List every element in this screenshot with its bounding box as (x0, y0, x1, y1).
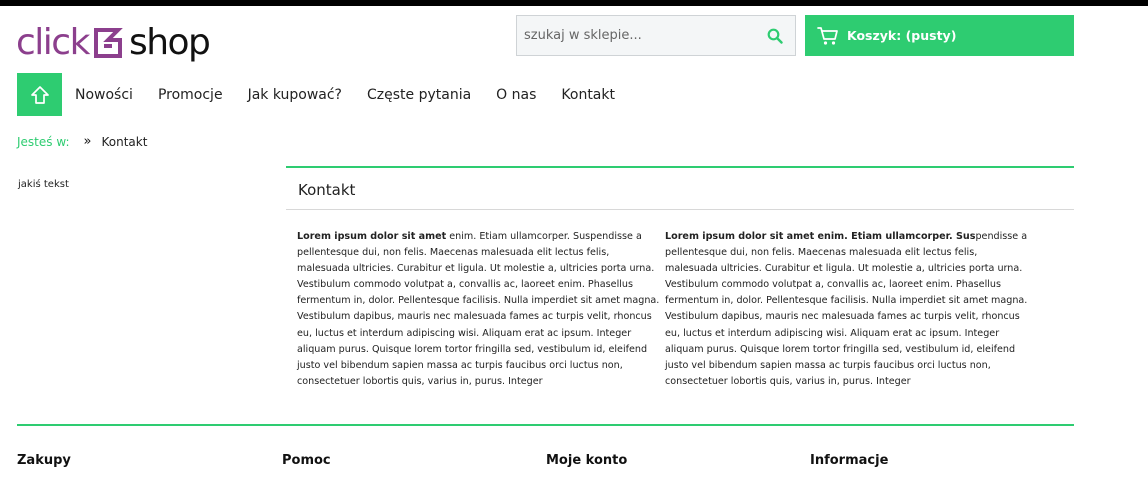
home-icon (30, 85, 49, 104)
site-logo[interactable]: click shop (16, 20, 211, 66)
col1-body-text: enim. Etiam ullamcorper. Suspendisse a p… (297, 231, 660, 387)
nav-item-promocje[interactable]: Promocje (158, 87, 223, 103)
page-title: Kontakt (298, 181, 356, 199)
search-box (516, 15, 796, 56)
search-input[interactable] (517, 16, 755, 55)
logo-mark-icon (93, 28, 123, 58)
logo-text-click: click (16, 22, 90, 63)
footer-heading-informacje[interactable]: Informacje (810, 453, 888, 468)
cart-label: Koszyk: (pusty) (847, 28, 957, 43)
nav-item-kontakt[interactable]: Kontakt (561, 87, 615, 103)
footer-heading-zakupy[interactable]: Zakupy (17, 453, 71, 468)
content-top-divider (286, 166, 1074, 168)
footer-heading-pomoc[interactable]: Pomoc (282, 453, 331, 468)
nav-item-czeste-pytania[interactable]: Częste pytania (367, 87, 471, 103)
search-button[interactable] (755, 16, 795, 55)
breadcrumb-separator: » (83, 134, 92, 149)
breadcrumb-current: Kontakt (101, 134, 148, 149)
title-divider (286, 209, 1074, 210)
nav-item-o-nas[interactable]: O nas (496, 87, 536, 103)
content-column-right: Lorem ipsum dolor sit amet enim. Etiam u… (665, 229, 1031, 390)
footer-divider (17, 424, 1074, 426)
breadcrumb-label: Jesteś w: (17, 134, 70, 149)
search-icon (767, 28, 783, 44)
sidebar-text: jakiś tekst (18, 179, 69, 190)
cart-icon (817, 26, 838, 45)
nav-item-jak-kupowac[interactable]: Jak kupować? (248, 87, 342, 103)
col2-bold-text: Lorem ipsum dolor sit amet enim. Etiam u… (665, 231, 976, 242)
breadcrumb: Jesteś w: » Kontakt (17, 134, 147, 149)
home-button[interactable] (17, 73, 62, 116)
top-black-bar (0, 0, 1148, 6)
col2-body-text: pendisse a pellentesque dui, non felis. … (665, 231, 1028, 387)
footer-heading-moje-konto[interactable]: Moje konto (546, 453, 627, 468)
logo-text-shop: shop (128, 22, 211, 63)
main-nav: Nowości Promocje Jak kupować? Częste pyt… (17, 73, 627, 116)
col1-bold-text: Lorem ipsum dolor sit amet (297, 231, 447, 242)
nav-item-nowosci[interactable]: Nowości (75, 87, 133, 103)
cart-button[interactable]: Koszyk: (pusty) (805, 15, 1074, 56)
content-column-left: Lorem ipsum dolor sit amet enim. Etiam u… (297, 229, 663, 390)
